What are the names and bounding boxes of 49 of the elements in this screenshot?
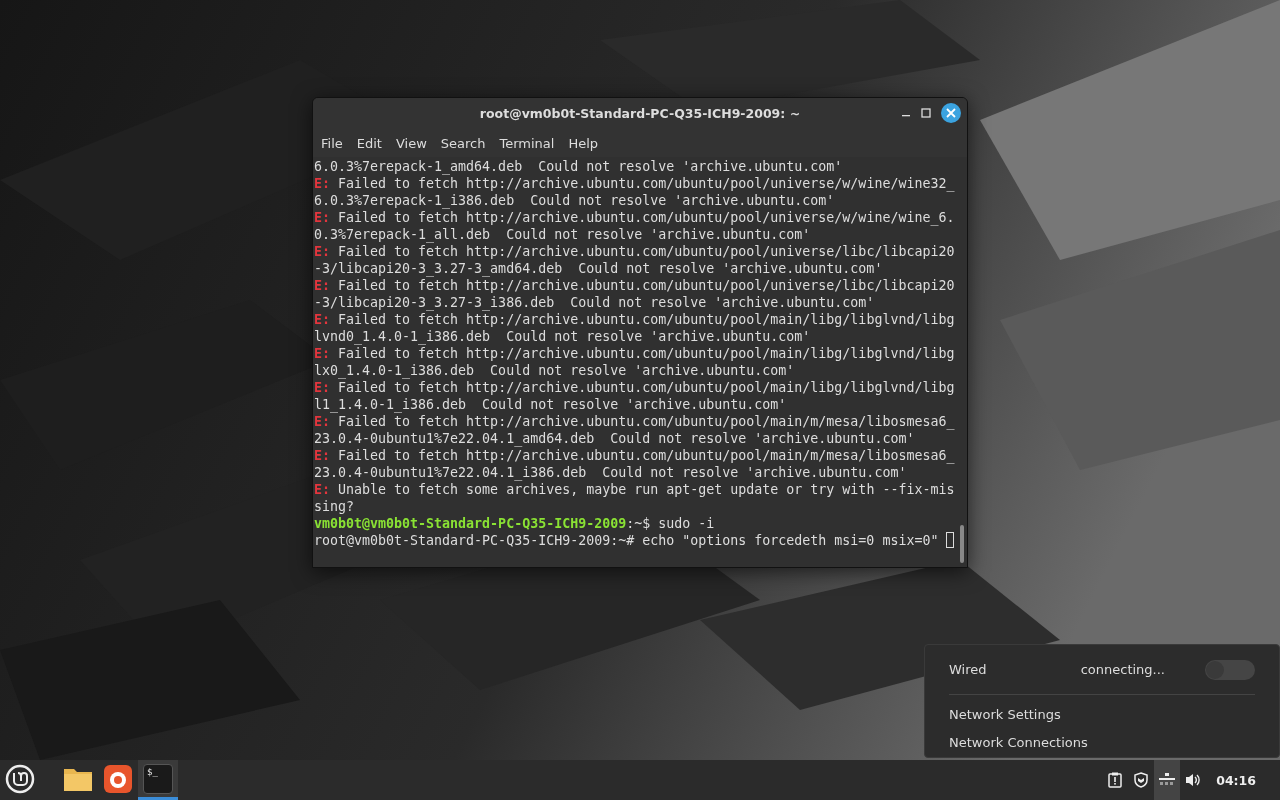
connection-label: Wired [949, 662, 987, 677]
taskbar-button[interactable]: $_ [138, 760, 178, 800]
volume-icon [1185, 773, 1202, 787]
clipboard-icon [1108, 772, 1123, 788]
text-cursor [946, 532, 955, 548]
menu-item[interactable]: File [314, 135, 350, 151]
terminal-line: 0.3%7erepack-1_all.deb Could not resolve 'archive.ubuntu.com' [314, 226, 812, 243]
terminal-line: E: Failed to fetch http://archive.ubuntu.com/ubuntu/pool/main/m/mesa/libosmesa6_ [314, 447, 956, 464]
terminal-line: sing? [314, 498, 356, 515]
terminal-line: E: Failed to fetch http://archive.ubuntu.com/ubuntu/pool/universe/w/wine/wine_6. [314, 209, 956, 226]
menu-item[interactable]: View [388, 135, 434, 151]
shield-icon [1133, 772, 1150, 788]
terminal-line: -3/libcapi20-3_3.27-3_amd64.deb Could not resolve 'archive.ubuntu.com' [314, 260, 884, 277]
terminal-line: E: Failed to fetch http://archive.ubuntu.com/ubuntu/pool/main/m/mesa/libosmesa6_ [314, 413, 956, 430]
terminal-icon: $_ [143, 763, 173, 794]
tray-button[interactable] [1154, 760, 1181, 800]
terminal-line: vm0b0t@vm0b0t-Standard-PC-Q35-ICH9-2009:~$ sudo -i [314, 515, 716, 532]
terminal-line: l1_1.4.0-1_i386.deb Could not resolve 'archive.ubuntu.com' [314, 396, 788, 413]
terminal-line: lx0_1.4.0-1_i386.deb Could not resolve 'archive.ubuntu.com' [314, 362, 796, 379]
menu-item[interactable]: Terminal [492, 135, 562, 151]
menu-item[interactable]: Search [433, 135, 493, 151]
terminal-line: 6.0.3%7erepack-1_amd64.deb Could not resolve 'archive.ubuntu.com' [314, 158, 844, 175]
terminal-line: E: Failed to fetch http://archive.ubuntu.com/ubuntu/pool/universe/w/wine/wine32_ [314, 175, 956, 192]
terminal-line: E: Failed to fetch http://archive.ubuntu.com/ubuntu/pool/universe/libc/libcapi20 [314, 277, 956, 294]
terminal-line: 6.0.3%7erepack-1_i386.deb Could not resolve 'archive.ubuntu.com' [314, 192, 836, 209]
browser-icon [104, 764, 132, 793]
maximize-icon[interactable] [921, 108, 931, 118]
terminal-line: -3/libcapi20-3_3.27-3_i386.deb Could not resolve 'archive.ubuntu.com' [314, 294, 876, 311]
terminal-line: E: Failed to fetch http://archive.ubuntu.com/ubuntu/pool/main/libg/libglvnd/libg [314, 379, 956, 396]
scrollbar[interactable] [960, 525, 964, 563]
menu-item[interactable]: Edit [349, 135, 389, 151]
clock[interactable]: 04:16 [1206, 772, 1280, 788]
terminal-line: 23.0.4-0ubuntu1%7e22.04.1_amd64.deb Could not resolve 'archive.ubuntu.com' [314, 430, 916, 447]
menu-item[interactable]: Network Settings [949, 701, 1255, 729]
connection-status: connecting... [1080, 662, 1165, 677]
terminal-line: E: Unable to fetch some archives, maybe run apt-get update or try with --fix-mis [314, 481, 956, 498]
menu-item[interactable]: Network Connections [949, 729, 1255, 757]
terminal-line: E: Failed to fetch http://archive.ubuntu.com/ubuntu/pool/main/libg/libglvnd/libg [314, 345, 956, 362]
close-icon[interactable] [941, 103, 961, 123]
terminal-line: lvnd0_1.4.0-1_i386.deb Could not resolve 'archive.ubuntu.com' [314, 328, 812, 345]
mint-logo-icon [5, 763, 35, 794]
window-title: root@vm0b0t-Standard-PC-Q35-ICH9-2009: ~ [479, 106, 801, 121]
terminal-line: E: Failed to fetch http://archive.ubuntu.com/ubuntu/pool/main/libg/libglvnd/libg [314, 311, 956, 328]
network-icon [1159, 773, 1176, 787]
connection-toggle[interactable] [1205, 659, 1255, 680]
terminal-line: 23.0.4-0ubuntu1%7e22.04.1_i386.deb Could not resolve 'archive.ubuntu.com' [314, 464, 908, 481]
terminal-line: root@vm0b0t-Standard-PC-Q35-ICH9-2009:~# echo "options forcedeth msi=0 msix=0" [314, 533, 940, 548]
menu-item[interactable]: Help [561, 135, 606, 151]
terminal-line: E: Failed to fetch http://archive.ubuntu.com/ubuntu/pool/universe/libc/libcapi20 [314, 243, 956, 260]
